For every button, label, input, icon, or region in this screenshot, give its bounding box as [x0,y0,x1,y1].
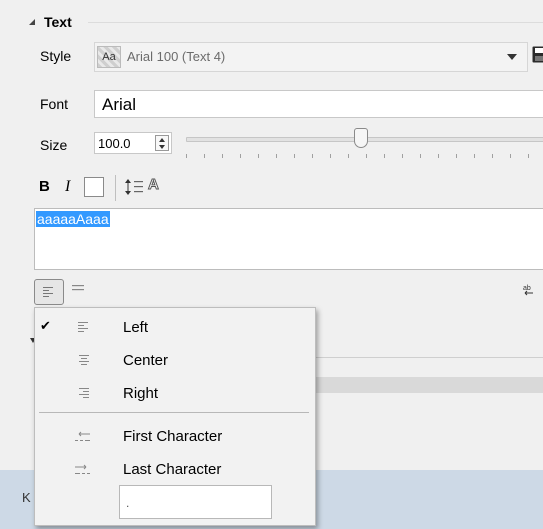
menu-item-label: Last Character [123,461,222,478]
menu-item-label: Center [123,352,169,369]
justify-icon[interactable] [72,284,84,292]
slider-ticks [186,154,543,158]
menu-item-right[interactable]: Right [35,378,315,408]
save-icon[interactable] [532,46,543,63]
selected-text[interactable]: aaaaaAaaa [36,211,110,227]
font-label: Font [40,96,69,112]
toolbar-divider [115,175,116,201]
align-first-character-icon [75,431,90,441]
menu-item-label: Right [123,385,159,402]
bold-button[interactable]: B [39,178,50,195]
section-divider [88,22,543,23]
line-spacing-icon[interactable] [124,178,144,196]
font-input[interactable]: Arial [94,90,543,118]
chevron-down-icon[interactable] [507,54,517,60]
size-value: 100.0 [98,136,131,151]
text-wrap-icon[interactable]: ab [523,283,537,297]
collapse-triangle-icon[interactable] [28,18,36,26]
align-center-icon [79,355,89,365]
spinner-icon[interactable] [155,135,169,151]
background-divider [312,357,543,358]
outline-text-button[interactable]: A [148,176,160,194]
background-field [312,377,543,393]
menu-item-last-character[interactable]: Last Character [35,454,315,484]
character-input[interactable]: . [119,485,272,519]
slider-thumb[interactable] [353,128,368,148]
text-content-area[interactable]: aaaaaAaaa [34,208,543,270]
menu-divider [39,412,309,413]
character-value: . [126,496,130,510]
font-value: Arial [102,95,137,114]
align-last-character-icon [75,464,90,474]
style-dropdown[interactable]: Aa Arial 100 (Text 4) [94,42,528,72]
style-swatch-icon: Aa [97,46,121,68]
align-left-icon [78,322,88,332]
align-left-icon [43,287,53,297]
size-label: Size [40,137,68,153]
color-swatch-button[interactable] [84,177,104,197]
menu-item-center[interactable]: Center [35,345,315,375]
menu-item-left[interactable]: ✔ Left [35,312,315,342]
size-input[interactable]: 100.0 [94,132,172,154]
bottom-panel-label: K [22,490,31,505]
section-title: Text [44,14,72,30]
style-value: Arial 100 (Text 4) [127,49,226,64]
menu-item-label: First Character [123,428,223,445]
alignment-menu: ✔ Left Center Right First Character Last… [34,307,316,526]
check-icon: ✔ [40,318,51,333]
alignment-dropdown-button[interactable] [34,279,64,305]
text-section-header[interactable]: Text [28,12,72,32]
align-right-icon [79,388,89,398]
style-label: Style [40,48,72,64]
menu-item-first-character[interactable]: First Character [35,421,315,451]
menu-item-label: Left [123,319,149,336]
italic-button[interactable]: I [65,178,70,196]
